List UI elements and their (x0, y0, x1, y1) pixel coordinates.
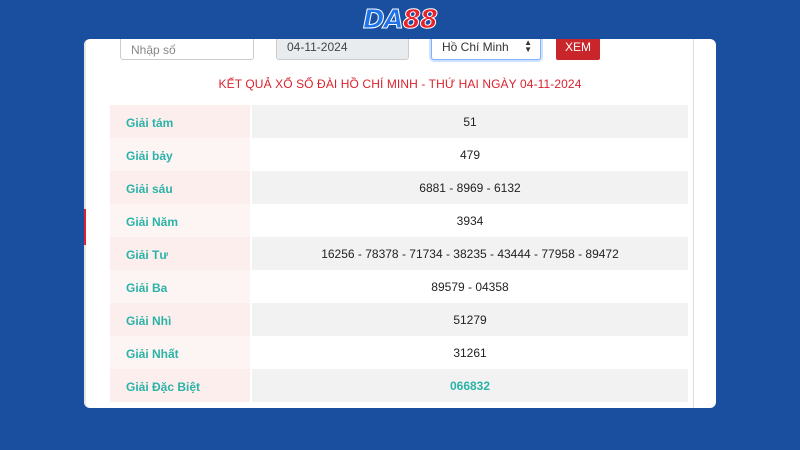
prize-label: Giải Năm (110, 204, 252, 237)
table-row: Giải Đặc Biệt 066832 (110, 369, 688, 402)
prize-label-special: Giải Đặc Biệt (110, 369, 252, 402)
table-row: Giải Năm 3934 (110, 204, 688, 237)
prize-value: 16256 - 78378 - 71734 - 38235 - 43444 - … (252, 237, 688, 270)
table-row: Giải tám 51 (110, 105, 688, 138)
search-form: 04-11-2024 Hồ Chí Minh ▲▼ XEM (84, 39, 716, 61)
prize-value: 3934 (252, 204, 688, 237)
result-title: KẾT QUẢ XỔ SỐ ĐÀI HỒ CHÍ MINH - THỨ HAI … (218, 77, 582, 91)
prize-value: 6881 - 8969 - 6132 (252, 171, 688, 204)
prize-value: 51 (252, 105, 688, 138)
view-button[interactable]: XEM (556, 39, 600, 60)
table-row: Giải Tư 16256 - 78378 - 71734 - 38235 - … (110, 237, 688, 270)
province-select-value: Hồ Chí Minh (442, 40, 509, 54)
prize-label: Giải Nhì (110, 303, 252, 336)
table-row: Giải Nhì 51279 (110, 303, 688, 336)
logo-text-da: DA (363, 5, 405, 36)
prize-label: Giải tám (110, 105, 252, 138)
prize-value: 31261 (252, 336, 688, 369)
prize-value: 479 (252, 138, 688, 171)
logo-text-88: 88 (402, 5, 438, 36)
select-arrows-icon: ▲ ▼ (524, 39, 532, 54)
prize-label: Giải Tư (110, 237, 252, 270)
brand-logo: DA88 (0, 4, 800, 36)
prize-label: Giải sáu (110, 171, 252, 204)
prize-label: Giải Nhất (110, 336, 252, 369)
table-row: Giải Ba 89579 - 04358 (110, 270, 688, 303)
prize-label: Giải Ba (110, 270, 252, 303)
prize-value-special: 066832 (252, 369, 688, 402)
prize-value: 51279 (252, 303, 688, 336)
prize-value: 89579 - 04358 (252, 270, 688, 303)
right-edge-divider (693, 39, 694, 408)
province-select[interactable]: Hồ Chí Minh ▲ ▼ (431, 39, 541, 60)
left-edge-accent (84, 209, 86, 245)
result-table: Giải tám 51 Giải bảy 479 Giải sáu 6881 -… (110, 105, 688, 402)
table-row: Giải Nhất 31261 (110, 336, 688, 369)
table-row: Giải bảy 479 (110, 138, 688, 171)
table-row: Giải sáu 6881 - 8969 - 6132 (110, 171, 688, 204)
date-field[interactable]: 04-11-2024 (276, 39, 409, 60)
lottery-result-card: 04-11-2024 Hồ Chí Minh ▲▼ XEM KẾT QUẢ XỔ… (84, 39, 716, 408)
number-search-input[interactable] (120, 39, 254, 60)
prize-label: Giải bảy (110, 138, 252, 171)
